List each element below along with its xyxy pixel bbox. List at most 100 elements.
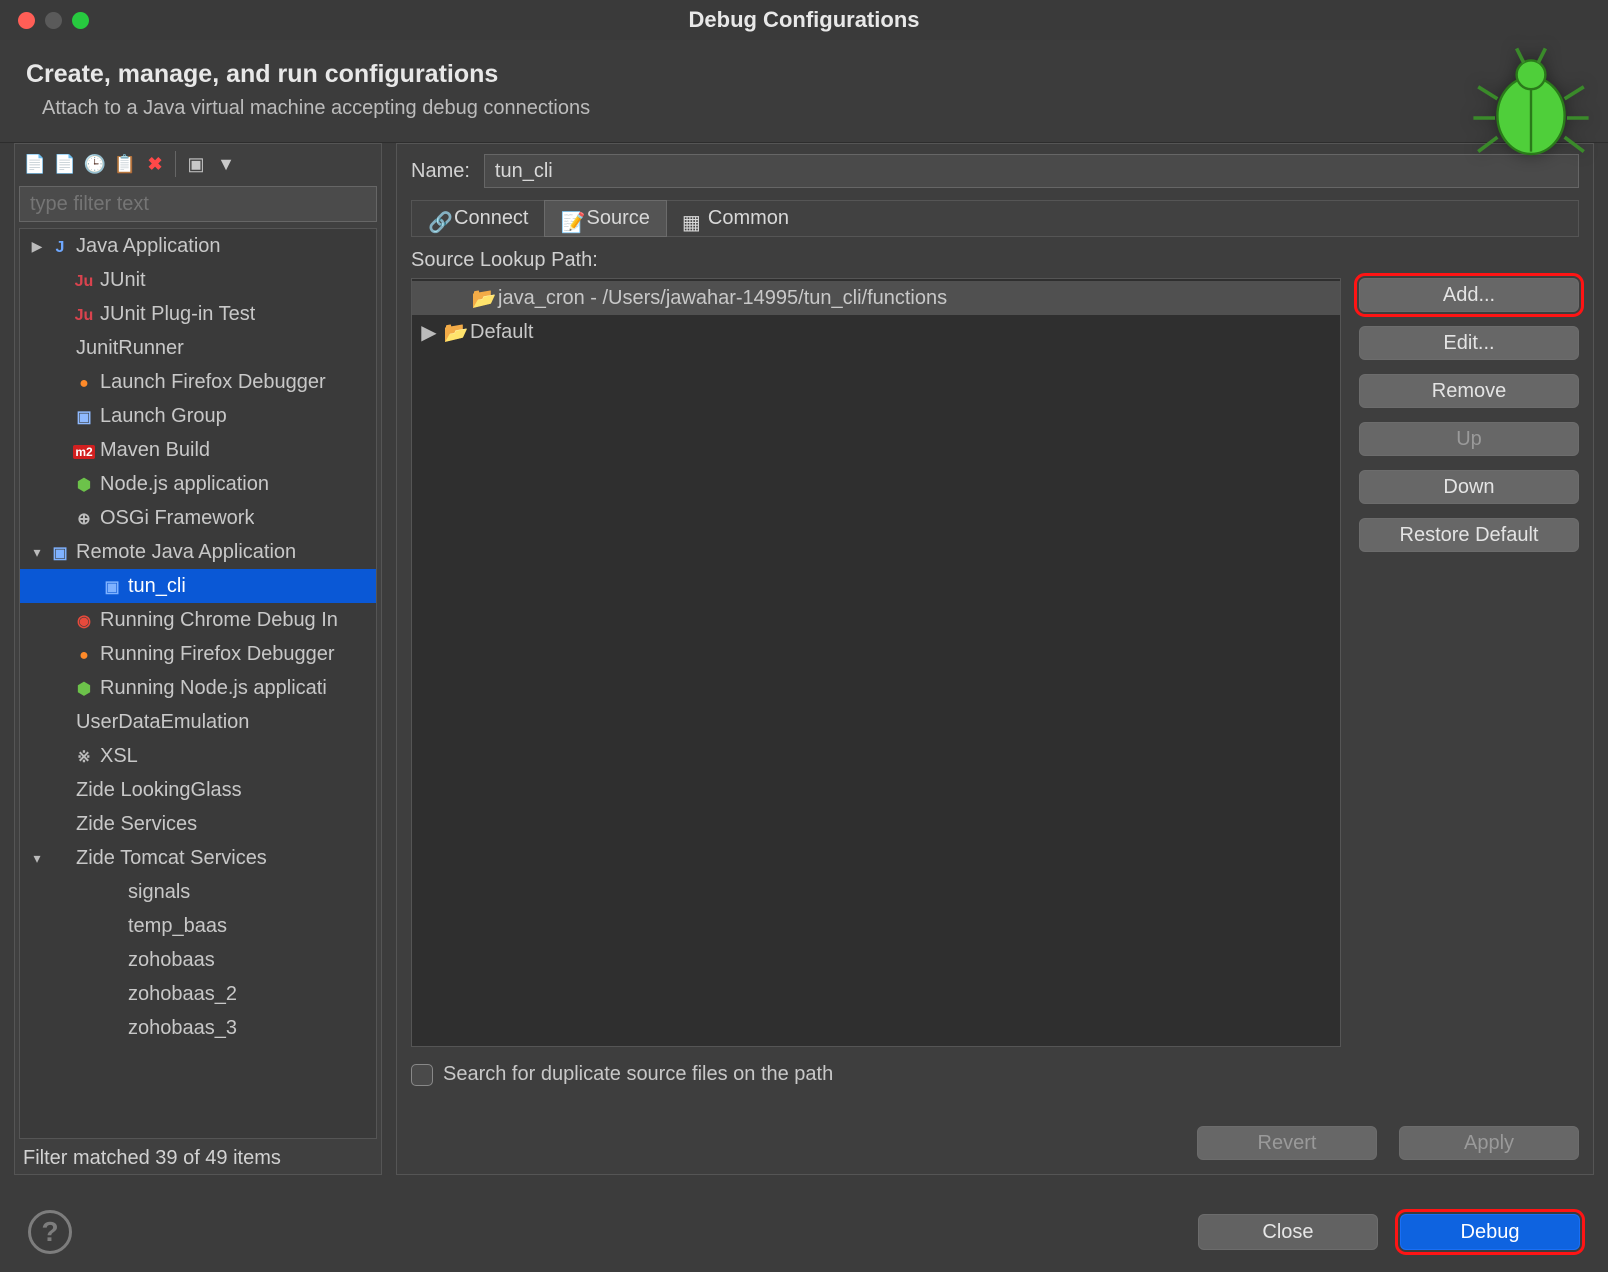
source-item-label: java_cron - /Users/jawahar-14995/tun_cli…: [498, 287, 947, 310]
ff-icon: ●: [72, 643, 96, 666]
tree-item[interactable]: temp_baas: [20, 909, 376, 943]
tree-item-label: signals: [128, 881, 190, 904]
java-icon: J: [48, 235, 72, 258]
tree-item-label: JUnit: [100, 269, 146, 292]
node-icon: ⬢: [72, 473, 96, 496]
new-config-icon[interactable]: 📄: [21, 150, 49, 178]
junit-icon: Ju: [72, 303, 96, 326]
tab-source[interactable]: 📝Source: [544, 200, 667, 237]
tree-item[interactable]: ▣tun_cli: [20, 569, 376, 603]
bug-icon: [1466, 46, 1596, 166]
tree-item-label: Running Node.js applicati: [100, 677, 327, 700]
tree-item[interactable]: JuJUnit: [20, 263, 376, 297]
tree-item-label: Launch Group: [100, 405, 227, 428]
tree-item-label: Maven Build: [100, 439, 210, 462]
tree-item[interactable]: zohobaas_3: [20, 1011, 376, 1045]
folder-icon: 📂: [470, 286, 498, 311]
window-title: Debug Configurations: [689, 7, 920, 33]
tree-item[interactable]: signals: [20, 875, 376, 909]
delete-icon[interactable]: ✖: [141, 150, 169, 178]
source-lookup-list[interactable]: 📂java_cron - /Users/jawahar-14995/tun_cl…: [411, 278, 1341, 1047]
expand-icon[interactable]: ▾: [26, 544, 48, 561]
tree-item[interactable]: ●Running Firefox Debugger: [20, 637, 376, 671]
add-button[interactable]: Add...: [1359, 278, 1579, 312]
window-close-icon[interactable]: [18, 12, 35, 29]
mvn-icon: m2: [72, 439, 96, 462]
dialog-header: Create, manage, and run configurations A…: [0, 40, 1608, 143]
tree-item-label: OSGi Framework: [100, 507, 254, 530]
tree-item-label: Zide LookingGlass: [76, 779, 242, 802]
debug-button[interactable]: Debug: [1400, 1214, 1580, 1250]
tree-item-label: JUnit Plug-in Test: [100, 303, 255, 326]
tree-item-label: JunitRunner: [76, 337, 184, 360]
tree-item-label: Running Firefox Debugger: [100, 643, 335, 666]
tree-filter-input[interactable]: [19, 186, 377, 222]
dialog-footer: ? Close Debug: [0, 1192, 1608, 1272]
expand-icon[interactable]: ▾: [26, 850, 48, 867]
tree-item[interactable]: ⬢Running Node.js applicati: [20, 671, 376, 705]
remove-button[interactable]: Remove: [1359, 374, 1579, 408]
tree-item-label: XSL: [100, 745, 138, 768]
tab-label: Common: [708, 207, 789, 230]
new-prototype-icon[interactable]: 📄: [51, 150, 79, 178]
expand-icon[interactable]: ▶: [416, 320, 442, 345]
tree-item[interactable]: JunitRunner: [20, 331, 376, 365]
tree-item[interactable]: ⬢Node.js application: [20, 467, 376, 501]
up-button[interactable]: Up: [1359, 422, 1579, 456]
source-item-label: Default: [470, 321, 533, 344]
config-toolbar: 📄 📄 🕒 📋 ✖ ▣ ▼: [19, 148, 377, 186]
tree-item-label: zohobaas: [128, 949, 215, 972]
export-icon[interactable]: 🕒: [81, 150, 109, 178]
source-item[interactable]: ▶📂Default: [412, 315, 1340, 349]
config-tree[interactable]: ▶JJava ApplicationJuJUnitJuJUnit Plug-in…: [19, 228, 377, 1139]
close-button[interactable]: Close: [1198, 1214, 1378, 1250]
tree-item-label: tun_cli: [128, 575, 186, 598]
tab-connect[interactable]: 🔗Connect: [412, 201, 545, 236]
config-detail-panel: Name: 🔗Connect📝Source▦Common Source Look…: [396, 143, 1594, 1175]
tree-item[interactable]: ▣Launch Group: [20, 399, 376, 433]
revert-button[interactable]: Revert: [1197, 1126, 1377, 1160]
tree-item[interactable]: zohobaas_2: [20, 977, 376, 1011]
tab-label: Source: [587, 207, 650, 230]
tree-item-label: Java Application: [76, 235, 221, 258]
tree-item[interactable]: ●Launch Firefox Debugger: [20, 365, 376, 399]
edit-button[interactable]: Edit...: [1359, 326, 1579, 360]
collapse-all-icon[interactable]: ▣: [182, 150, 210, 178]
apply-button[interactable]: Apply: [1399, 1126, 1579, 1160]
expand-icon[interactable]: ▶: [26, 238, 48, 255]
tree-item[interactable]: ⊕OSGi Framework: [20, 501, 376, 535]
duplicate-search-label: Search for duplicate source files on the…: [443, 1063, 833, 1086]
remote-icon: ▣: [100, 575, 124, 598]
window-minimize-icon[interactable]: [45, 12, 62, 29]
tree-item[interactable]: zohobaas: [20, 943, 376, 977]
grp-icon: ▣: [72, 405, 96, 428]
titlebar: Debug Configurations: [0, 0, 1608, 40]
tree-item[interactable]: Zide LookingGlass: [20, 773, 376, 807]
tree-item-label: Running Chrome Debug In: [100, 609, 338, 632]
duplicate-search-checkbox[interactable]: [411, 1064, 433, 1086]
help-icon[interactable]: ?: [28, 1210, 72, 1254]
tree-item-label: Remote Java Application: [76, 541, 296, 564]
tab-common[interactable]: ▦Common: [666, 201, 805, 236]
restore-default-button[interactable]: Restore Default: [1359, 518, 1579, 552]
tree-item[interactable]: Zide Services: [20, 807, 376, 841]
tree-item[interactable]: JuJUnit Plug-in Test: [20, 297, 376, 331]
node-icon: ⬢: [72, 677, 96, 700]
duplicate-icon[interactable]: 📋: [111, 150, 139, 178]
source-item[interactable]: 📂java_cron - /Users/jawahar-14995/tun_cl…: [412, 281, 1340, 315]
filter-icon[interactable]: ▼: [212, 150, 240, 178]
tree-item[interactable]: m2Maven Build: [20, 433, 376, 467]
tree-item[interactable]: ※XSL: [20, 739, 376, 773]
tree-item[interactable]: ▾▣Remote Java Application: [20, 535, 376, 569]
tree-item[interactable]: ▶JJava Application: [20, 229, 376, 263]
tree-item[interactable]: UserDataEmulation: [20, 705, 376, 739]
tree-item[interactable]: ◉Running Chrome Debug In: [20, 603, 376, 637]
osgi-icon: ⊕: [72, 507, 96, 530]
window-zoom-icon[interactable]: [72, 12, 89, 29]
tree-item-label: Launch Firefox Debugger: [100, 371, 326, 394]
name-input[interactable]: [484, 154, 1579, 188]
down-button[interactable]: Down: [1359, 470, 1579, 504]
xsl-icon: ※: [72, 745, 96, 768]
junit-icon: Ju: [72, 269, 96, 292]
tree-item[interactable]: ▾Zide Tomcat Services: [20, 841, 376, 875]
